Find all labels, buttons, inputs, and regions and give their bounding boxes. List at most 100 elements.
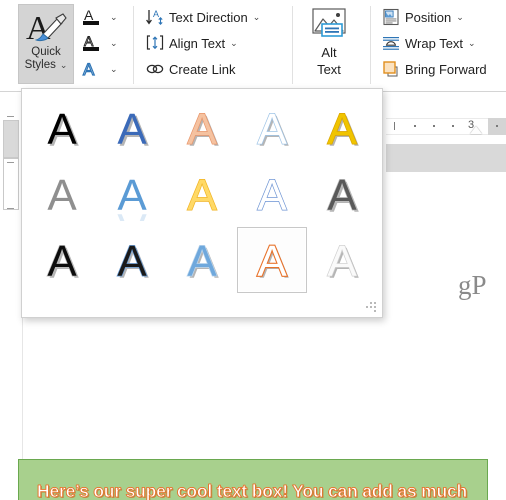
alt-text-label-line1: Alt	[321, 45, 337, 60]
text-direction-button[interactable]: A Text Direction ⌄	[142, 4, 260, 30]
quick-styles-label-text: Styles	[24, 59, 56, 71]
wordart-letter-a: A	[47, 171, 77, 220]
wordart-style-cell[interactable]: AA	[97, 227, 167, 293]
chevron-down-icon[interactable]: ⌄	[110, 12, 118, 22]
wordart-letter-a: AA	[327, 170, 360, 221]
svg-text:A: A	[327, 171, 357, 220]
vertical-ruler-page-band	[3, 158, 19, 210]
wordart-style-cell[interactable]: AA	[307, 95, 377, 161]
ruler-tick-bar	[394, 122, 395, 130]
svg-text:A: A	[84, 33, 94, 49]
wordart-letter-a: AA	[47, 236, 80, 287]
wordart-letter-a: AA	[187, 236, 220, 287]
indent-marker[interactable]	[470, 126, 482, 134]
ruler-tick	[414, 125, 416, 127]
align-text-label: Align Text	[169, 35, 226, 51]
chevron-down-icon[interactable]: ⌄	[110, 38, 118, 48]
text-group: A Text Direction ⌄ Align Text ⌄ Create L…	[142, 4, 260, 82]
wordart-letter-a: AA	[117, 171, 147, 221]
svg-text:A: A	[117, 105, 147, 154]
wordart-style-cell[interactable]: AA	[97, 95, 167, 161]
text-direction-label: Text Direction	[169, 9, 248, 25]
wordart-style-cell[interactable]: AA	[167, 95, 237, 161]
group-separator	[370, 6, 371, 84]
green-text-box[interactable]: Here’s our super cool text box! You can …	[18, 459, 488, 500]
wordart-style-cell[interactable]: AA	[167, 227, 237, 293]
wordart-style-cell[interactable]: AA	[237, 95, 307, 161]
svg-text:A: A	[187, 237, 217, 286]
ruler-tick	[7, 116, 14, 117]
horizontal-ruler[interactable]: 3	[386, 118, 506, 135]
position-icon	[380, 6, 402, 28]
alt-text-picture-icon	[312, 8, 346, 37]
wordart-brush-icon: A	[26, 10, 67, 46]
group-separator	[292, 6, 293, 84]
wordart-letter-a: AA	[327, 236, 360, 287]
wrap-text-button[interactable]: Wrap Text ⌄	[378, 30, 487, 56]
alt-text-label-line2: Text	[317, 62, 341, 77]
wordart-letter-a: AA	[187, 104, 220, 155]
quick-styles-label-line1: Quick	[31, 46, 61, 58]
text-fill-a-icon: A	[78, 5, 104, 29]
wrap-text-icon	[380, 32, 402, 54]
wordart-style-cell[interactable]: AA	[97, 161, 167, 227]
svg-text:A: A	[84, 7, 94, 23]
wordart-style-cell[interactable]: AA	[27, 95, 97, 161]
alt-text-button[interactable]: Alt Text	[300, 4, 358, 84]
text-outline-a-icon: A	[78, 31, 104, 55]
wordart-style-cell[interactable]: A	[167, 161, 237, 227]
align-text-button[interactable]: Align Text ⌄	[142, 30, 260, 56]
wordart-letter-a: AA	[256, 236, 289, 287]
ruler-tick	[7, 208, 14, 209]
quick-styles-button[interactable]: A Quick Styles ⌄	[18, 4, 74, 84]
wordart-style-cell[interactable]: AA	[237, 227, 307, 293]
text-direction-icon: A	[144, 6, 166, 28]
wordart-style-cell[interactable]: AA	[307, 161, 377, 227]
create-link-button[interactable]: Create Link	[142, 56, 260, 82]
chevron-down-icon[interactable]: ⌄	[468, 38, 476, 49]
ruler-tick	[496, 125, 498, 127]
wordart-letter-a: AA	[117, 236, 150, 287]
svg-text:A: A	[83, 60, 95, 79]
ruler-tick	[7, 162, 14, 163]
wordart-quick-styles-gallery[interactable]: AAAAAAAAAAAAAAAAAAAAAAAAAAA	[21, 88, 383, 318]
chevron-down-icon[interactable]: ⌄	[253, 12, 261, 23]
bring-forward-icon	[380, 58, 402, 80]
wordart-style-cell[interactable]: A	[27, 161, 97, 227]
position-label: Position	[405, 9, 452, 25]
text-box-content: Here’s our super cool text box! You can …	[37, 481, 468, 500]
bring-forward-label: Bring Forward	[405, 61, 487, 77]
chevron-down-icon[interactable]: ⌄	[110, 64, 118, 74]
vertical-ruler[interactable]	[0, 92, 23, 500]
svg-text:A: A	[47, 171, 77, 220]
create-link-label: Create Link	[169, 61, 236, 77]
svg-text:A: A	[117, 237, 147, 286]
wordart-letter-a: AA	[257, 104, 290, 155]
resize-grip-icon[interactable]	[366, 302, 376, 312]
chevron-down-icon[interactable]: ⌄	[456, 12, 464, 23]
svg-text:A: A	[257, 237, 287, 286]
text-outline-row[interactable]: A ⌄	[78, 30, 132, 56]
svg-text:A: A	[47, 237, 77, 286]
chevron-down-icon[interactable]: ⌄	[60, 61, 68, 70]
text-effects-row[interactable]: A ⌄	[78, 56, 132, 82]
position-button[interactable]: Position ⌄	[378, 4, 487, 30]
svg-text:A: A	[153, 9, 159, 19]
wordart-letter-a: A	[257, 170, 288, 220]
svg-text:A: A	[47, 105, 77, 154]
svg-text:A: A	[117, 204, 147, 221]
wordart-gallery-grid: AAAAAAAAAAAAAAAAAAAAAAAAAAA	[27, 95, 377, 293]
word-window: 3 gP Here’s our super cool text box! You…	[0, 0, 506, 500]
wordart-style-cell[interactable]: A	[237, 161, 307, 227]
text-fill-row[interactable]: A ⌄	[78, 4, 132, 30]
ruler-tick	[433, 125, 435, 127]
wordart-style-cell[interactable]: AA	[307, 227, 377, 293]
chevron-down-icon[interactable]: ⌄	[230, 38, 238, 49]
bring-forward-button[interactable]: Bring Forward	[378, 56, 487, 82]
ruler-gray-band-edge	[386, 176, 506, 180]
wordart-letter-a: AA	[327, 104, 360, 155]
ruler-tick	[452, 125, 454, 127]
wordart-style-cell[interactable]: AA	[27, 227, 97, 293]
text-effects-a-icon: A	[78, 57, 104, 81]
create-link-icon	[144, 58, 166, 80]
